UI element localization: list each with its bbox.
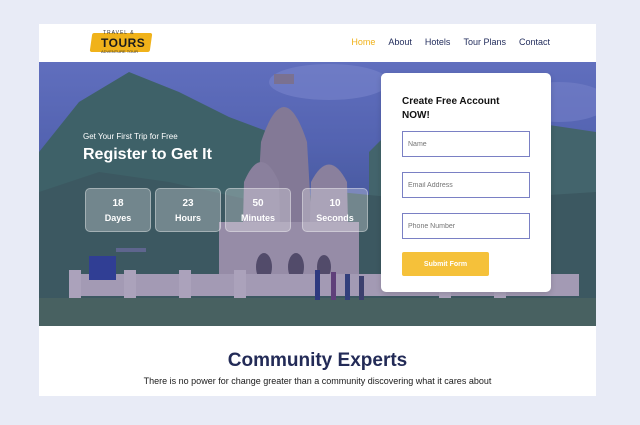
countdown-seconds-value: 10 [329,198,341,209]
nav-contact[interactable]: Contact [519,37,550,47]
countdown-minutes-label: Minutes [240,213,275,223]
signup-form-card: Create Free Account NOW! Submit Form [381,73,551,292]
logo[interactable]: TRAVEL & TOURS ADVENTURE TOUR [89,30,153,54]
nav-home[interactable]: Home [351,37,375,47]
countdown-minutes: 50 Minutes [225,188,291,232]
countdown-days-label: Dayes [104,213,132,223]
countdown-seconds-label: Seconds [316,213,354,223]
hero-subtitle: Get Your First Trip for Free [83,132,178,141]
countdown-minutes-value: 50 [252,198,264,209]
nav-tour-plans[interactable]: Tour Plans [463,37,506,47]
section-title: Community Experts [227,350,408,371]
countdown-seconds: 10 Seconds [302,188,368,232]
logo-text: TOURS [101,36,146,50]
nav-hotels[interactable]: Hotels [425,37,451,47]
phone-input[interactable] [402,213,530,239]
hero-title: Register to Get It [83,146,212,163]
site-header: TRAVEL & TOURS ADVENTURE TOUR Home About… [39,24,596,62]
countdown-days: 18 Dayes [85,188,151,232]
nav-about[interactable]: About [388,37,412,47]
submit-form-button[interactable]: Submit Form [402,252,489,276]
name-input[interactable] [402,131,530,157]
countdown-hours-label: Hours [174,213,201,223]
email-input[interactable] [402,172,530,198]
page-frame: TRAVEL & TOURS ADVENTURE TOUR Home About… [39,24,596,396]
countdown-days-value: 18 [112,198,124,209]
countdown-hours-value: 23 [182,198,194,209]
main-nav: Home About Hotels Tour Plans Contact [351,37,550,47]
logo-tagline: ADVENTURE TOUR [101,49,138,54]
countdown-hours: 23 Hours [155,188,221,232]
form-title: Create Free Account NOW! [402,96,500,121]
section-text: There is no power for change greater tha… [143,376,492,386]
